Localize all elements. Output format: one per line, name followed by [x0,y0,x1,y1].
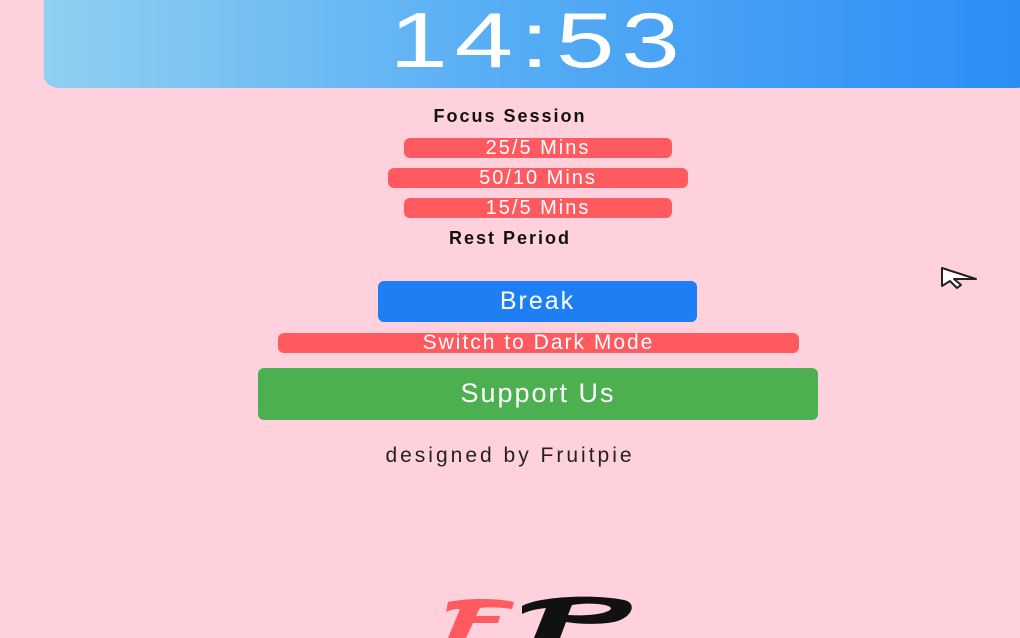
preset-25-5-button[interactable]: 25/5 Mins [404,138,672,158]
logo-letter-f [446,599,514,638]
logo-letter-p [522,596,632,638]
rest-period-label: Rest Period [448,228,572,248]
preset-15-5-button[interactable]: 15/5 Mins [404,198,672,218]
preset-50-10-button[interactable]: 50/10 Mins [388,168,688,188]
dark-mode-toggle-button[interactable]: Switch to Dark Mode [278,332,799,353]
designer-credit: designed by Fruitpie [385,444,635,467]
focus-session-label: Focus Session [433,106,587,126]
timer-display: 14:53 [43,0,1020,88]
mouse-cursor-icon [941,267,977,289]
fruitpie-logo-icon [446,596,632,638]
timer-value: 14:53 [389,0,687,84]
break-button[interactable]: Break [378,281,697,322]
support-us-button[interactable]: Support Us [258,368,818,420]
